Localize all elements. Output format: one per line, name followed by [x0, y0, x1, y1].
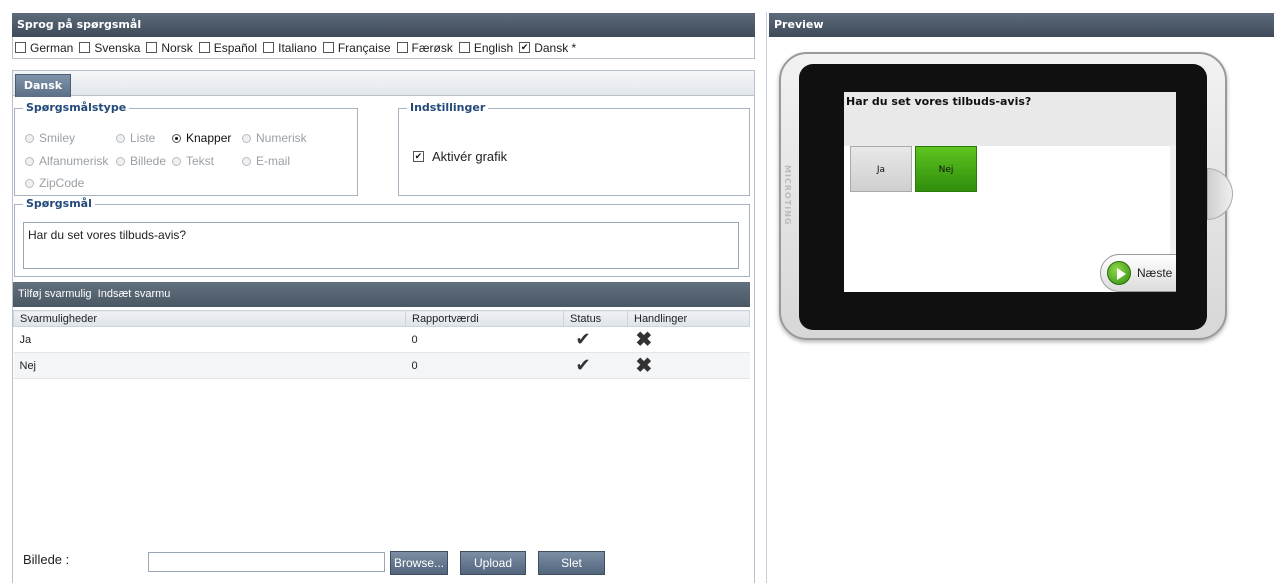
graphics-toggle[interactable]: ✔ Aktivér grafik	[413, 149, 507, 164]
answer-option: Ja	[13, 326, 406, 353]
radio-liste[interactable]: Liste	[116, 131, 155, 145]
language-english[interactable]: English	[458, 41, 513, 55]
graphics-checkbox[interactable]: ✔	[413, 151, 424, 162]
radio-alfanumerisk[interactable]: Alfanumerisk	[25, 154, 108, 168]
settings-legend: Indstillinger	[407, 101, 489, 114]
question-text-input[interactable]: Har du set vores tilbuds-avis?	[23, 222, 739, 269]
checkbox-english[interactable]	[458, 42, 470, 53]
upload-button[interactable]: Upload	[460, 551, 526, 575]
radio-dot[interactable]	[25, 178, 34, 188]
col-status: Status	[563, 310, 628, 327]
col-svarmuligheder: Svarmuligheder	[13, 310, 406, 327]
preview-next-button[interactable]: Næste	[1100, 254, 1176, 292]
checkbox-german[interactable]	[15, 42, 26, 53]
insert-answer-link[interactable]: Indsæt svarmu	[98, 288, 171, 300]
check-icon[interactable]: ✔	[576, 355, 591, 375]
browse-button[interactable]: Browse...	[390, 551, 448, 575]
radio-email[interactable]: E-mail	[242, 154, 290, 168]
answer-value: 0	[405, 352, 564, 379]
checkbox-italiano[interactable]	[263, 42, 275, 53]
radio-dot[interactable]	[242, 133, 251, 143]
preview-screen: Har du set vores tilbuds-avis? Ja Nej Næ…	[844, 92, 1176, 292]
device-brand: MICROTING	[783, 165, 792, 226]
radio-dot[interactable]	[116, 133, 125, 143]
add-answer-link[interactable]: Tilføj svarmulig	[18, 288, 92, 300]
language-panel-header: Sprog på spørgsmål	[12, 13, 755, 37]
answers-table: Svarmuligheder Rapportværdi Status Handl…	[13, 310, 750, 379]
radio-numerisk[interactable]: Numerisk	[242, 131, 307, 145]
question-legend: Spørgsmål	[23, 197, 95, 210]
preview-question: Har du set vores tilbuds-avis?	[846, 95, 1032, 108]
language-svenska[interactable]: Svenska	[79, 41, 140, 55]
table-row: Ja 0 ✔ ✖	[13, 326, 750, 353]
question-type-legend: Spørgsmålstype	[23, 101, 130, 114]
language-german[interactable]: German	[15, 41, 73, 55]
checkbox-faerosk[interactable]	[396, 42, 408, 53]
checkbox-norsk[interactable]	[146, 42, 158, 53]
language-francaise[interactable]: Française	[322, 41, 391, 55]
language-espanol[interactable]: Español	[198, 41, 257, 55]
radio-dot[interactable]	[116, 156, 125, 166]
language-norsk[interactable]: Norsk	[146, 41, 193, 55]
play-icon	[1107, 261, 1131, 285]
settings-group: Indstillinger ✔ Aktivér grafik	[398, 101, 750, 196]
answer-value: 0	[405, 326, 564, 353]
checkbox-svenska[interactable]	[79, 42, 91, 53]
radio-dot[interactable]	[25, 133, 34, 143]
radio-dot[interactable]	[242, 156, 251, 166]
check-icon[interactable]: ✔	[576, 329, 591, 349]
delete-icon[interactable]: ✖	[636, 355, 653, 377]
checkbox-espanol[interactable]	[198, 42, 210, 53]
delete-button[interactable]: Slet	[538, 551, 605, 575]
question-type-group: Spørgsmålstype Smiley Liste Knapper Nume…	[14, 101, 358, 196]
radio-zipcode[interactable]: ZipCode	[25, 176, 84, 190]
delete-icon[interactable]: ✖	[636, 329, 653, 351]
language-list: German Svenska Norsk Español Italiano Fr…	[12, 37, 755, 59]
radio-knapper[interactable]: Knapper	[172, 131, 231, 145]
answer-toolbar: Tilføj svarmulig Indsæt svarmu	[13, 282, 750, 307]
preview-title: Preview	[774, 18, 824, 31]
tab-dansk[interactable]: Dansk	[15, 74, 71, 97]
device-grip-icon	[1207, 168, 1233, 220]
answer-option: Nej	[13, 352, 406, 379]
checkbox-francaise[interactable]	[322, 42, 334, 53]
language-italiano[interactable]: Italiano	[263, 41, 317, 55]
preview-option-nej[interactable]: Nej	[915, 146, 977, 192]
col-handlinger: Handlinger	[627, 310, 750, 327]
language-panel-title: Sprog på spørgsmål	[17, 18, 142, 31]
table-row: Nej 0 ✔ ✖	[13, 352, 750, 379]
image-file-input[interactable]	[148, 552, 385, 572]
radio-dot[interactable]	[172, 156, 181, 166]
tab-bar: Dansk	[12, 70, 755, 97]
radio-smiley[interactable]: Smiley	[25, 131, 75, 145]
image-label: Billede :	[23, 552, 70, 567]
radio-tekst[interactable]: Tekst	[172, 154, 214, 168]
preview-header: Preview	[769, 13, 1274, 37]
panel-divider	[766, 12, 767, 583]
language-dansk[interactable]: ✔ Dansk *	[519, 41, 576, 55]
radio-billede[interactable]: Billede	[116, 154, 166, 168]
radio-dot-selected[interactable]	[172, 133, 181, 143]
language-faerosk[interactable]: Færøsk	[396, 41, 453, 55]
preview-option-ja[interactable]: Ja	[850, 146, 912, 192]
radio-dot[interactable]	[25, 156, 34, 166]
checkbox-dansk[interactable]: ✔	[519, 42, 531, 53]
col-rapportvaerdi: Rapportværdi	[405, 310, 564, 327]
